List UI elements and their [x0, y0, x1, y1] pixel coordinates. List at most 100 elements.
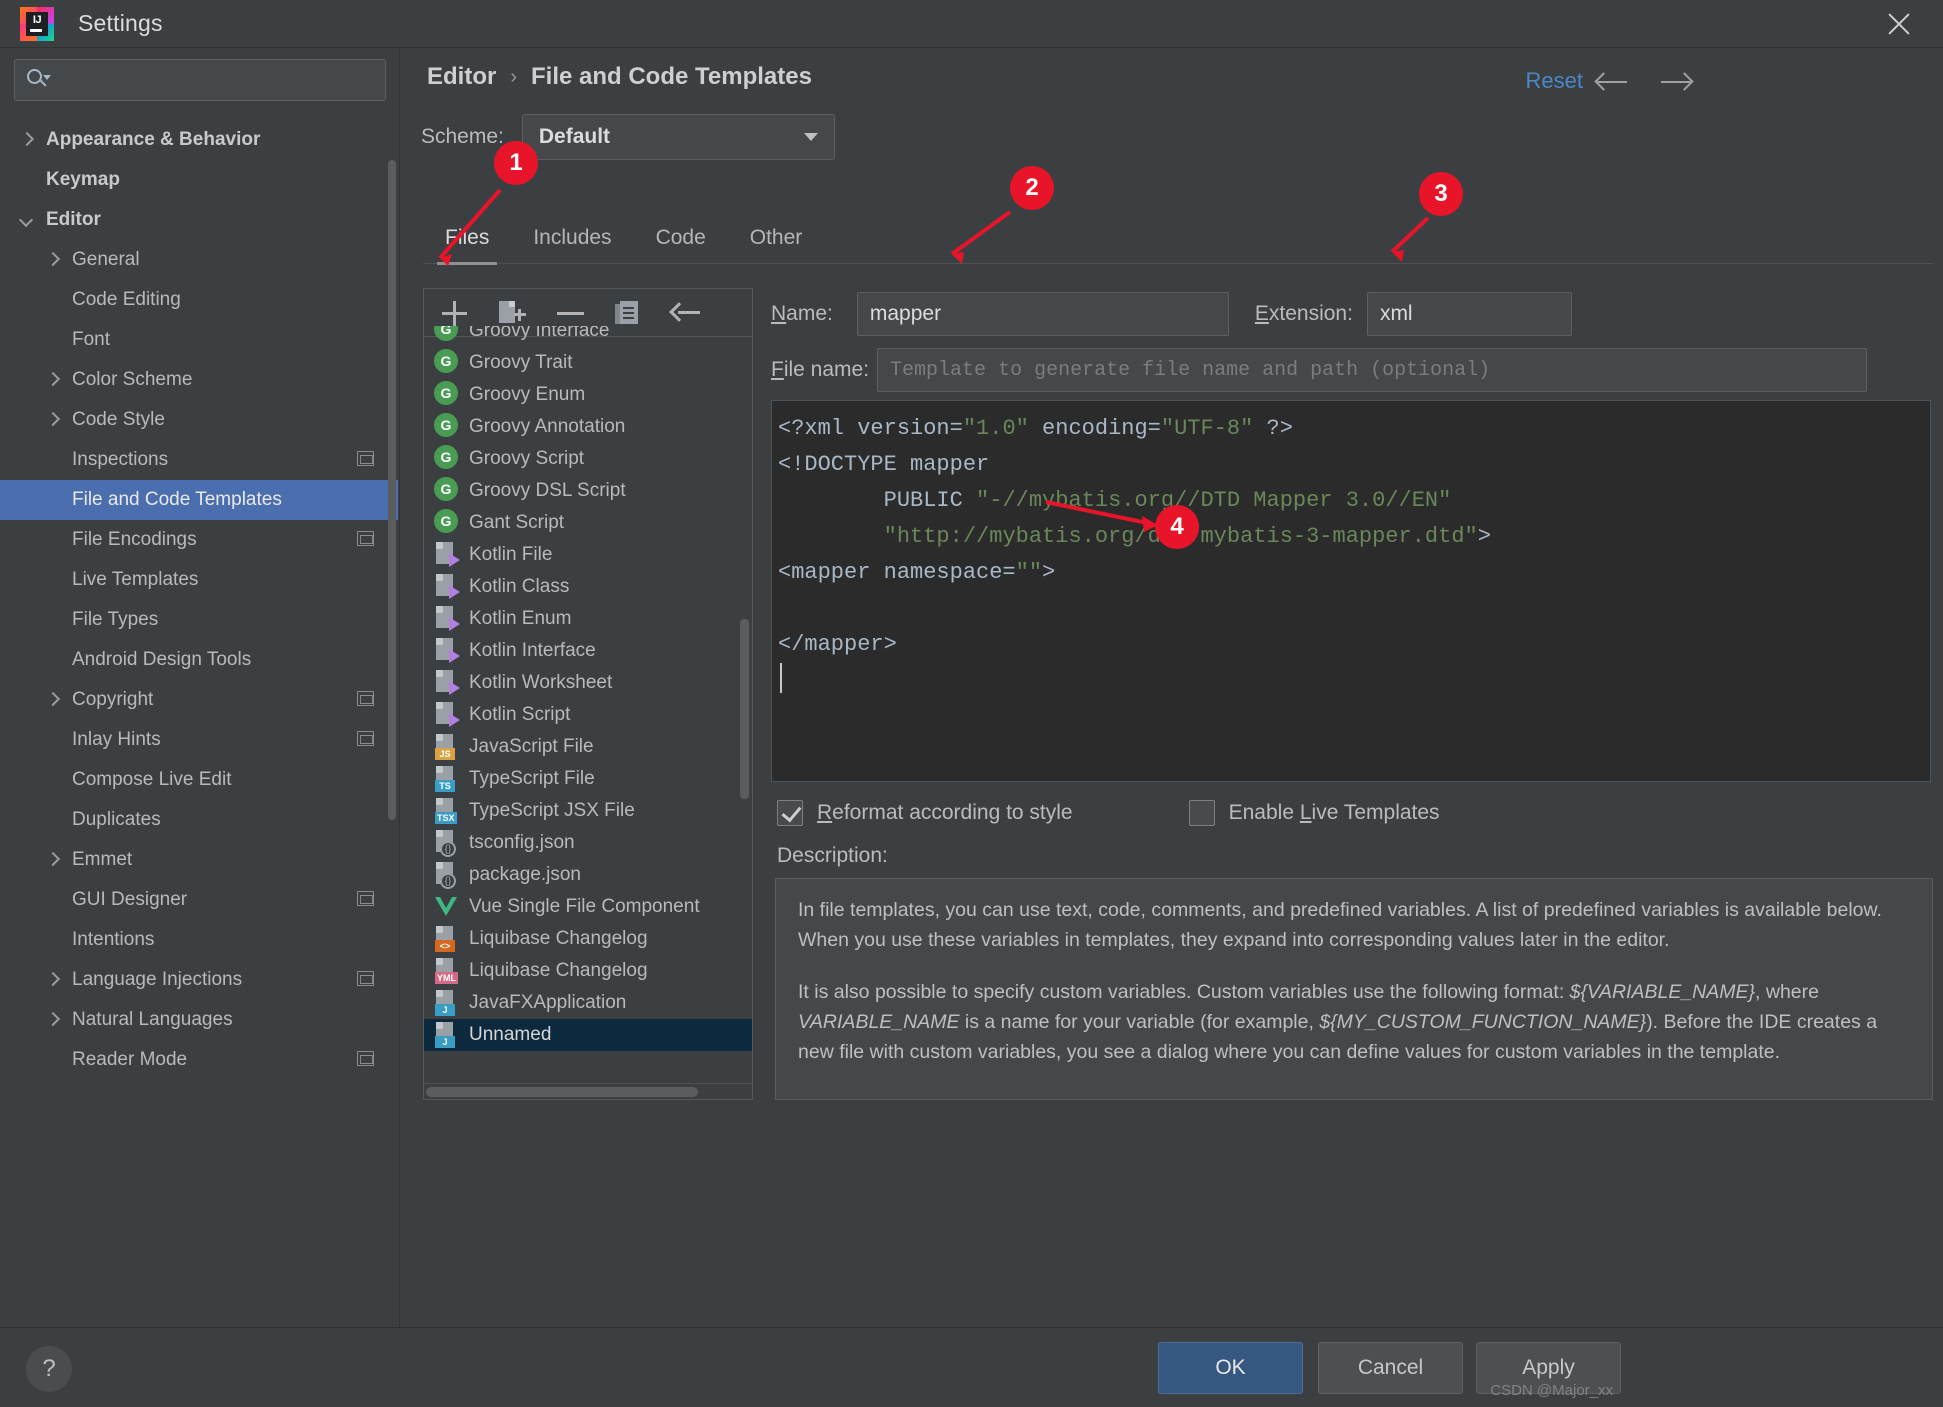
template-list-item[interactable]: J Unnamed	[424, 1019, 752, 1051]
modified-marker-icon	[357, 971, 374, 986]
template-list-vertical-scrollbar[interactable]	[740, 619, 749, 799]
template-list-item[interactable]: JS JavaScript File	[424, 731, 752, 763]
template-list: G Groovy Interface G Groovy Trait G Groovy En…	[424, 326, 752, 1051]
sidebar-item-editor[interactable]: Editor	[0, 200, 398, 240]
breadcrumb-current: File and Code Templates	[531, 63, 812, 90]
template-list-item[interactable]: YML Liquibase Changelog	[424, 955, 752, 987]
sidebar-scrollbar[interactable]	[388, 160, 396, 820]
sidebar-item-label: Code Style	[72, 409, 165, 430]
template-list-item[interactable]: Kotlin Script	[424, 699, 752, 731]
sidebar-item-duplicates[interactable]: Duplicates	[0, 800, 398, 840]
template-list-item[interactable]: G Groovy DSL Script	[424, 475, 752, 507]
sidebar-item-file-encodings[interactable]: File Encodings	[0, 520, 398, 560]
sidebar-item-gui-designer[interactable]: GUI Designer	[0, 880, 398, 920]
help-button[interactable]: ?	[26, 1346, 72, 1392]
filename-input[interactable]: Template to generate file name and path …	[877, 348, 1868, 392]
sidebar-item-font[interactable]: Font	[0, 320, 398, 360]
reset-link[interactable]: Reset	[1526, 68, 1583, 94]
chevron-right-icon[interactable]	[44, 251, 62, 269]
settings-content: Editor › File and Code Templates Reset S…	[401, 48, 1943, 1327]
sidebar-item-color-scheme[interactable]: Color Scheme	[0, 360, 398, 400]
annotation-badge-2: 2	[1010, 166, 1054, 210]
sidebar-item-emmet[interactable]: Emmet	[0, 840, 398, 880]
reformat-checkbox[interactable]	[777, 800, 803, 826]
tab-other[interactable]: Other	[728, 212, 825, 264]
breadcrumb-parent[interactable]: Editor	[427, 63, 496, 91]
chevron-down-icon[interactable]	[18, 211, 36, 229]
chevron-right-icon[interactable]	[44, 371, 62, 389]
template-list-item[interactable]: Kotlin File	[424, 539, 752, 571]
template-list-item[interactable]: G Groovy Trait	[424, 347, 752, 379]
chevron-right-icon[interactable]	[44, 411, 62, 429]
template-list-item[interactable]: Kotlin Interface	[424, 635, 752, 667]
template-list-item[interactable]: Vue Single File Component	[424, 891, 752, 923]
scheme-select[interactable]: Default	[521, 114, 835, 160]
template-list-item[interactable]: G Groovy Enum	[424, 379, 752, 411]
sidebar-item-intentions[interactable]: Intentions	[0, 920, 398, 960]
description-paragraph-1: In file templates, you can use text, cod…	[798, 899, 1882, 951]
sidebar-item-live-templates[interactable]: Live Templates	[0, 560, 398, 600]
sidebar-item-reader-mode[interactable]: Reader Mode	[0, 1040, 398, 1080]
duplicate-template-button[interactable]	[612, 297, 644, 329]
live-templates-checkbox[interactable]	[1188, 800, 1215, 826]
template-list-item-label: TypeScript JSX File	[469, 800, 635, 821]
tab-code[interactable]: Code	[634, 212, 728, 264]
create-child-template-button[interactable]	[496, 297, 528, 329]
desc2-a: It is also possible to specify custom va…	[798, 981, 1570, 1003]
template-list-item[interactable]: Kotlin Class	[424, 571, 752, 603]
code-line-5: <mapper namespace="">	[778, 560, 1056, 585]
template-list-item[interactable]: J JavaFXApplication	[424, 987, 752, 1019]
desc2-var1: ${VARIABLE_NAME}	[1569, 981, 1756, 1003]
sidebar-item-appearance-behavior[interactable]: Appearance & Behavior	[0, 120, 398, 160]
template-list-item[interactable]: G Groovy Script	[424, 443, 752, 475]
sidebar-item-android-design-tools[interactable]: Android Design Tools	[0, 640, 398, 680]
sidebar-item-file-types[interactable]: File Types	[0, 600, 398, 640]
chevron-down-icon	[803, 133, 818, 141]
chevron-right-icon[interactable]	[44, 1011, 62, 1029]
template-list-item[interactable]: Kotlin Enum	[424, 603, 752, 635]
sidebar-item-language-injections[interactable]: Language Injections	[0, 960, 398, 1000]
extension-input[interactable]: xml	[1366, 292, 1572, 336]
template-list-item[interactable]: Kotlin Worksheet	[424, 667, 752, 699]
sidebar-item-compose-live-edit[interactable]: Compose Live Edit	[0, 760, 398, 800]
template-list-item[interactable]: {} package.json	[424, 859, 752, 891]
chevron-right-icon[interactable]	[44, 971, 62, 989]
sidebar-item-code-editing[interactable]: Code Editing	[0, 280, 398, 320]
search-box[interactable]	[14, 59, 386, 101]
sidebar-item-file-and-code-templates[interactable]: File and Code Templates	[0, 480, 398, 520]
scrollbar-thumb[interactable]	[426, 1087, 698, 1097]
sidebar-item-code-style[interactable]: Code Style	[0, 400, 398, 440]
name-input[interactable]: mapper	[856, 292, 1229, 336]
search-input[interactable]	[49, 71, 385, 89]
sidebar-item-inlay-hints[interactable]: Inlay Hints	[0, 720, 398, 760]
template-list-item[interactable]: G Groovy Interface	[424, 326, 752, 347]
tab-includes[interactable]: Includes	[511, 212, 633, 264]
close-icon[interactable]	[1881, 6, 1917, 42]
chevron-right-icon[interactable]	[18, 131, 36, 149]
ok-button[interactable]: OK	[1158, 1342, 1303, 1394]
cancel-button[interactable]: Cancel	[1318, 1342, 1463, 1394]
chevron-right-icon[interactable]	[44, 691, 62, 709]
template-code-editor[interactable]: <?xml version="1.0" encoding="UTF-8" ?> …	[771, 400, 1931, 782]
remove-template-button[interactable]	[554, 297, 586, 329]
reset-template-button[interactable]	[669, 297, 702, 329]
add-template-button[interactable]	[438, 297, 470, 329]
template-list-item[interactable]: G Groovy Annotation	[424, 411, 752, 443]
arrow-left-icon[interactable]	[1594, 70, 1629, 94]
sidebar-item-keymap[interactable]: Keymap	[0, 160, 398, 200]
template-list-item[interactable]: <> Liquibase Changelog	[424, 923, 752, 955]
chevron-right-icon[interactable]	[44, 851, 62, 869]
sidebar-item-inspections[interactable]: Inspections	[0, 440, 398, 480]
sidebar-item-natural-languages[interactable]: Natural Languages	[0, 1000, 398, 1040]
sidebar-item-copyright[interactable]: Copyright	[0, 680, 398, 720]
arrow-right-icon[interactable]	[1659, 70, 1694, 94]
tab-files[interactable]: Files	[423, 212, 511, 265]
template-list-item[interactable]: G Gant Script	[424, 507, 752, 539]
desc2-b: , where	[1755, 981, 1819, 1003]
template-list-horizontal-scrollbar[interactable]	[424, 1083, 752, 1099]
template-list-item[interactable]: TS TypeScript File	[424, 763, 752, 795]
sidebar-item-label: Appearance & Behavior	[46, 129, 261, 150]
template-list-item[interactable]: {} tsconfig.json	[424, 827, 752, 859]
sidebar-item-general[interactable]: General	[0, 240, 398, 280]
template-list-item[interactable]: TSX TypeScript JSX File	[424, 795, 752, 827]
